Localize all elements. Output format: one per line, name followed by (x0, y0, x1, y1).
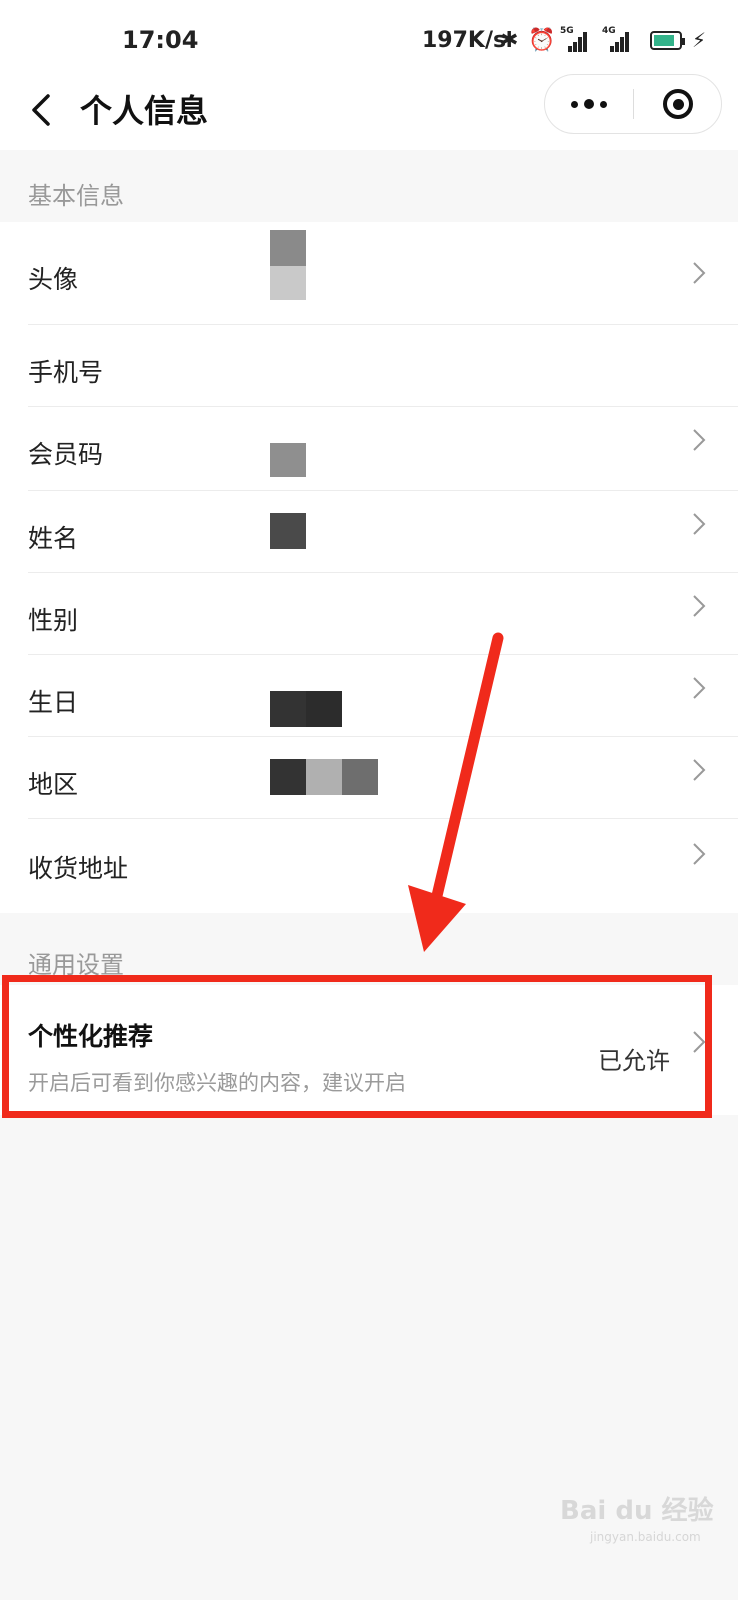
avatar-blurred (270, 230, 306, 266)
row-label: 收货地址 (28, 854, 129, 883)
signal-4g-icon: 4G (602, 26, 629, 52)
row-label: 地区 (28, 770, 79, 799)
name-blurred (270, 513, 306, 549)
row-label: 性别 (28, 606, 79, 635)
capsule-divider (633, 89, 634, 119)
battery-icon (650, 31, 685, 50)
mini-program-capsule (544, 74, 722, 134)
annotation-arrow-icon (408, 632, 504, 952)
region-blurred-3 (342, 759, 378, 795)
baidu-watermark-url: jingyan.baidu.com (590, 1530, 701, 1544)
row-label: 手机号 (28, 358, 104, 387)
baidu-watermark: Bai du 经验 (560, 1496, 714, 1526)
chevron-right-icon (690, 260, 708, 286)
row-phone[interactable]: 手机号 (0, 325, 738, 407)
chevron-right-icon (690, 841, 708, 867)
highlight-box (2, 975, 712, 1118)
chevron-right-icon (690, 593, 708, 619)
signal-5g-icon: 5G (560, 26, 587, 52)
back-arrow-icon[interactable] (26, 88, 62, 132)
row-label: 生日 (28, 688, 79, 717)
chevron-right-icon (690, 675, 708, 701)
bluetooth-icon: ✱ (500, 28, 519, 53)
region-blurred-1 (270, 759, 306, 795)
close-target-icon[interactable] (635, 75, 721, 133)
charging-icon: ⚡ (692, 28, 707, 52)
row-avatar[interactable]: 头像 (0, 222, 738, 325)
chevron-right-icon (690, 757, 708, 783)
row-label: 姓名 (28, 524, 79, 553)
basic-info-list: 头像 手机号 会员码 姓名 性别 生日 地区 收货地址 (0, 222, 738, 913)
section-title-basic: 基本信息 (28, 182, 124, 210)
row-member-code[interactable]: 会员码 (0, 407, 738, 491)
chevron-right-icon (690, 511, 708, 537)
member-code-blurred (270, 443, 306, 477)
page-title: 个人信息 (80, 92, 209, 130)
birthday-blurred-1 (270, 691, 306, 727)
region-blurred-2 (306, 759, 342, 795)
alarm-icon: ⏰ (528, 28, 556, 53)
row-label: 头像 (28, 265, 79, 294)
status-bar: 17:04 197K/s ✱ ⏰ 5G 4G ⚡ (0, 0, 738, 80)
row-region[interactable]: 地区 (0, 737, 738, 819)
network-speed: 197K/s (422, 28, 507, 53)
row-birthday[interactable]: 生日 (0, 655, 738, 737)
row-shipping-address[interactable]: 收货地址 (0, 819, 738, 913)
row-gender[interactable]: 性别 (0, 573, 738, 655)
row-label: 会员码 (28, 440, 104, 469)
row-name[interactable]: 姓名 (0, 491, 738, 573)
chevron-right-icon (690, 427, 708, 453)
nav-bar: 个人信息 (0, 74, 738, 150)
avatar-blurred-lower (270, 266, 306, 300)
birthday-blurred-2 (306, 691, 342, 727)
status-time: 17:04 (122, 26, 199, 54)
more-icon[interactable] (545, 75, 633, 133)
